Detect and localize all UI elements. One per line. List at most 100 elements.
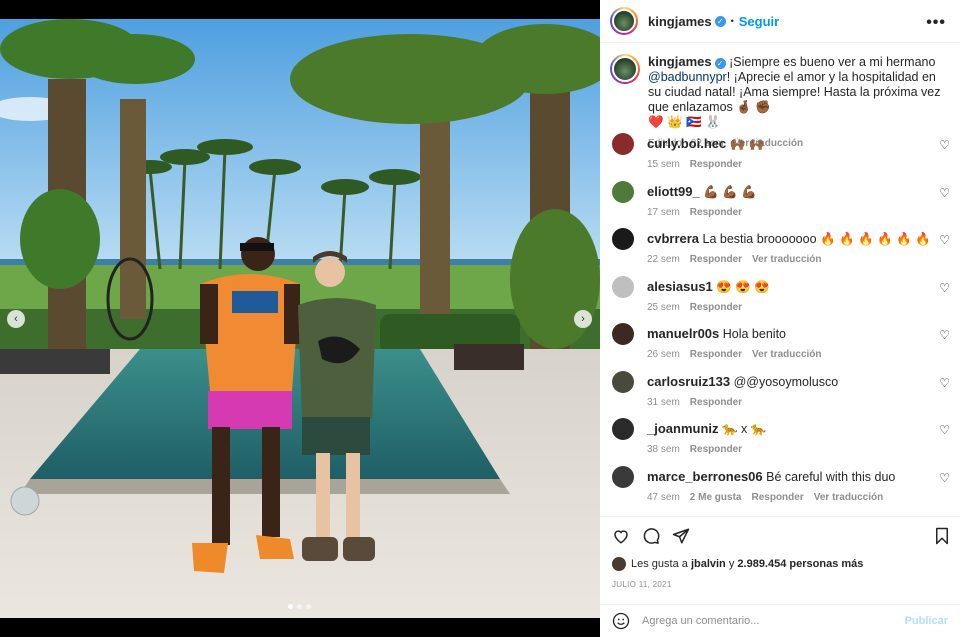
comment-username[interactable]: manuelr00s	[647, 326, 719, 341]
comment-text: 😍 😍 😍	[716, 280, 770, 294]
avatar[interactable]	[612, 276, 634, 298]
translate-link[interactable]: Ver traducción	[814, 490, 883, 505]
reply-button[interactable]: Responder	[690, 157, 742, 172]
comment-time: 38 sem	[647, 444, 680, 455]
heart-icon[interactable]: ♡	[939, 423, 950, 437]
carousel-dot	[306, 604, 311, 609]
avatar[interactable]	[612, 466, 634, 488]
comment-username[interactable]: marce_berrones06	[647, 469, 763, 484]
post-date: JULIO 11, 2021	[612, 580, 672, 589]
reply-button[interactable]: Responder	[751, 490, 803, 505]
comment-time: 25 sem	[647, 302, 680, 313]
comments-list[interactable]: kingjames ✓ ¡Siempre es bueno ver a mi he…	[600, 44, 960, 516]
verified-icon: ✓	[714, 58, 726, 69]
caption-emojis: ❤️ 👑 🇵🇷 🐰	[648, 115, 721, 129]
share-icon[interactable]	[672, 527, 690, 545]
avatar[interactable]	[612, 228, 634, 250]
caption-username[interactable]: kingjames	[648, 54, 712, 69]
comment-text: 🙌🏾 🙌🏾	[729, 137, 765, 151]
heart-icon[interactable]: ♡	[939, 186, 950, 200]
reply-button[interactable]: Responder	[690, 300, 742, 315]
comment-text: La bestia brooooooo 🔥 🔥 🔥 🔥 🔥 🔥	[702, 232, 931, 246]
comment-time: 31 sem	[647, 397, 680, 408]
reply-button[interactable]: Responder	[690, 395, 742, 410]
comment-text: 💪🏾 💪🏾 💪🏾	[703, 185, 757, 199]
comment-username[interactable]: _joanmuniz	[647, 421, 719, 436]
chevron-right-icon[interactable]: ›	[574, 310, 592, 328]
avatar[interactable]	[610, 54, 640, 84]
comment-input[interactable]	[642, 615, 905, 627]
avatar	[612, 557, 626, 571]
likes-prefix: Les gusta a	[631, 558, 688, 570]
heart-icon[interactable]	[612, 527, 630, 545]
comment-time: 15 sem	[647, 159, 680, 170]
emoji-icon[interactable]	[612, 612, 630, 630]
comment-item: alesiasus1 😍 😍 😍 25 sem Responder ♡	[612, 276, 952, 315]
heart-icon[interactable]: ♡	[939, 138, 950, 152]
comment-text: Bé careful with this duo	[766, 470, 896, 484]
comment-likes[interactable]: 2 Me gusta	[690, 490, 742, 505]
separator: •	[730, 16, 734, 26]
post-photo[interactable]: ‹ ›	[0, 19, 600, 618]
heart-icon[interactable]: ♡	[939, 233, 950, 247]
avatar[interactable]	[612, 181, 634, 203]
more-icon[interactable]: •••	[926, 14, 946, 32]
reply-button[interactable]: Responder	[690, 347, 742, 362]
avatar[interactable]	[612, 323, 634, 345]
post-panel: kingjames ✓ • Seguir ••• kingjames ✓ ¡Sie…	[600, 0, 960, 637]
heart-icon[interactable]: ♡	[939, 281, 950, 295]
likes-user[interactable]: jbalvin	[691, 558, 726, 570]
likes-summary: Les gusta a jbalvin y 2.989.454 personas…	[600, 545, 960, 571]
chevron-left-icon[interactable]: ‹	[7, 310, 25, 328]
comment-item: manuelr00s Hola benito 26 sem Responder Ver…	[612, 323, 952, 362]
caption-text: ¡Siempre es bueno ver a mi hermano	[729, 55, 936, 69]
reply-button[interactable]: Responder	[690, 252, 742, 267]
comment-item: marce_berrones06 Bé careful with this du…	[612, 466, 952, 505]
follow-button[interactable]: Seguir	[739, 14, 779, 29]
comment-username[interactable]: eliott99_	[647, 184, 700, 199]
header-username[interactable]: kingjames	[648, 14, 712, 29]
action-bar: Les gusta a jbalvin y 2.989.454 personas…	[600, 516, 960, 604]
heart-icon[interactable]: ♡	[939, 471, 950, 485]
comment-text: 🐆 x 🐆	[722, 422, 767, 436]
reply-button[interactable]: Responder	[690, 205, 742, 220]
photo-scene	[0, 19, 600, 618]
comment-username[interactable]: curly.boi.hec	[647, 136, 726, 151]
avatar[interactable]	[610, 7, 638, 35]
translate-link[interactable]: Ver traducción	[752, 252, 821, 267]
heart-icon[interactable]: ♡	[939, 376, 950, 390]
carousel-dot	[297, 604, 302, 609]
comment-item: carlosruiz133 @@yosoymolusco 31 sem Respon…	[612, 371, 952, 410]
avatar[interactable]	[612, 418, 634, 440]
caption: kingjames ✓ ¡Siempre es bueno ver a mi he…	[600, 44, 960, 151]
carousel-dot	[288, 604, 293, 609]
post-button[interactable]: Publicar	[905, 615, 948, 627]
comment-username[interactable]: alesiasus1	[647, 279, 713, 294]
comment-username[interactable]: carlosruiz133	[647, 374, 730, 389]
comment-item: cvbrrera La bestia brooooooo 🔥 🔥 🔥 🔥 🔥 🔥…	[612, 228, 952, 267]
avatar[interactable]	[612, 133, 634, 155]
comment-time: 26 sem	[647, 349, 680, 360]
caption-mention[interactable]: @badbunnypr	[648, 70, 727, 84]
verified-icon: ✓	[714, 15, 726, 27]
comment-time: 22 sem	[647, 254, 680, 265]
avatar[interactable]	[612, 371, 634, 393]
comment-text: Hola benito	[722, 327, 786, 341]
comment-text: @@yosoymolusco	[733, 375, 839, 389]
likes-count[interactable]: 2.989.454 personas más	[737, 558, 863, 570]
comment-time: 47 sem	[647, 492, 680, 503]
comment-time: 17 sem	[647, 207, 680, 218]
carousel-dots	[288, 604, 311, 609]
heart-icon[interactable]: ♡	[939, 328, 950, 342]
comment-item: _joanmuniz 🐆 x 🐆 38 sem Responder ♡	[612, 418, 952, 457]
translate-link[interactable]: Ver traducción	[752, 347, 821, 362]
reply-button[interactable]: Responder	[690, 442, 742, 457]
post-header: kingjames ✓ • Seguir •••	[600, 0, 960, 43]
comment-item: curly.boi.hec 🙌🏾 🙌🏾 15 sem Responder ♡	[612, 133, 952, 172]
comment-username[interactable]: cvbrrera	[647, 231, 699, 246]
likes-mid: y	[728, 558, 735, 570]
add-comment-bar: Publicar	[600, 604, 960, 637]
comment-item: eliott99_ 💪🏾 💪🏾 💪🏾 17 sem Responder ♡	[612, 181, 952, 220]
bookmark-icon[interactable]	[934, 527, 950, 545]
comment-icon[interactable]	[642, 527, 660, 545]
